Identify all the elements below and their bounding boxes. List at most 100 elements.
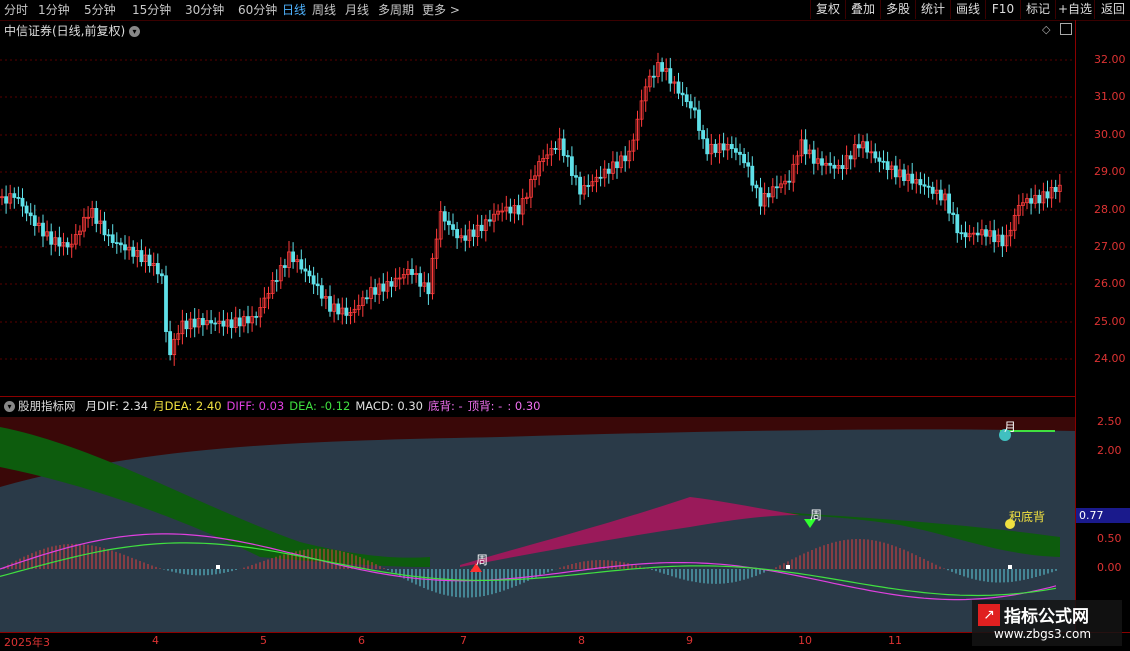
huaxian-button[interactable]: 画线 bbox=[950, 0, 985, 19]
candle-body bbox=[328, 296, 332, 312]
dibei-marker: 积底背 bbox=[1009, 509, 1045, 524]
candle-body bbox=[746, 162, 751, 167]
signal-dot bbox=[1008, 565, 1012, 569]
duogu-button[interactable]: 多股 bbox=[880, 0, 915, 19]
y-tick: 30.00 bbox=[1094, 128, 1126, 141]
candle-body bbox=[16, 197, 21, 199]
candle-body bbox=[811, 149, 816, 164]
candle-body bbox=[561, 138, 566, 156]
sub-y-tick: 2.00 bbox=[1097, 444, 1122, 457]
timeframe-60min[interactable]: 60分钟 bbox=[238, 2, 277, 18]
timeframe-15min[interactable]: 15分钟 bbox=[132, 2, 171, 18]
candle-body bbox=[418, 273, 423, 287]
candle-body bbox=[918, 179, 923, 186]
diamond-icon[interactable]: ◇ bbox=[1042, 23, 1050, 36]
candle-body bbox=[951, 212, 956, 216]
candle-body bbox=[451, 224, 455, 230]
candle-body bbox=[164, 275, 168, 332]
candle-body bbox=[963, 232, 968, 238]
candle-body bbox=[209, 320, 214, 324]
candle-body bbox=[65, 242, 70, 248]
watermark: ↗ 指标公式网 www.zbgs3.com bbox=[972, 600, 1122, 646]
indicator-name[interactable]: 股朋指标网 bbox=[18, 399, 76, 413]
indicator-label: DEA: -0.12 bbox=[289, 399, 351, 413]
y-tick: 24.00 bbox=[1094, 352, 1126, 365]
candle-body bbox=[705, 138, 710, 155]
candle-body bbox=[1053, 187, 1058, 192]
candle-body bbox=[147, 254, 152, 267]
candle-body bbox=[820, 158, 824, 166]
sub-y-tick: 2.50 bbox=[1097, 415, 1122, 428]
price-chart[interactable] bbox=[0, 20, 1075, 396]
candle-body bbox=[32, 215, 37, 226]
candle-body bbox=[110, 234, 115, 243]
candle-body bbox=[106, 234, 111, 237]
timeframe-monthly[interactable]: 月线 bbox=[345, 2, 369, 18]
timeframe-weekly[interactable]: 周线 bbox=[312, 2, 336, 18]
candle-body bbox=[389, 281, 394, 287]
candle-body bbox=[364, 297, 369, 300]
stock-title[interactable]: 中信证券(日线,前复权) ▾ bbox=[4, 22, 141, 39]
candle-body bbox=[246, 316, 250, 324]
chevron-down-icon[interactable]: ▾ bbox=[4, 401, 15, 412]
candle-body bbox=[615, 161, 619, 169]
candle-body bbox=[1045, 191, 1050, 199]
candle-body bbox=[832, 164, 837, 169]
tongji-button[interactable]: 统计 bbox=[915, 0, 950, 19]
fuquan-button[interactable]: 复权 bbox=[810, 0, 845, 19]
timeframe-30min[interactable]: 30分钟 bbox=[185, 2, 224, 18]
window-toggle-icon[interactable] bbox=[1060, 23, 1072, 35]
add-watchlist-button[interactable]: +自选 bbox=[1055, 0, 1094, 19]
watermark-logo-icon: ↗ bbox=[978, 604, 1000, 626]
candle-body bbox=[344, 307, 349, 316]
candle-body bbox=[947, 193, 951, 214]
candle-body bbox=[684, 94, 689, 103]
candle-body bbox=[94, 208, 99, 224]
date-tick: 7 bbox=[460, 634, 467, 647]
timeframe-5min[interactable]: 5分钟 bbox=[84, 2, 116, 18]
chevron-down-icon[interactable]: ▾ bbox=[129, 26, 141, 37]
back-button[interactable]: 返回 bbox=[1094, 0, 1130, 19]
y-tick: 31.00 bbox=[1094, 90, 1126, 103]
price-axis: 32.00 31.00 30.00 29.00 28.00 27.00 26.0… bbox=[1075, 20, 1130, 632]
date-axis: 2025年3 4 5 6 7 8 9 10 11 bbox=[0, 632, 1130, 651]
timeframe-multi[interactable]: 多周期 bbox=[378, 2, 414, 18]
candle-body bbox=[660, 62, 664, 72]
timeframe-1min[interactable]: 1分钟 bbox=[38, 2, 70, 18]
date-tick: 10 bbox=[798, 634, 812, 647]
timeframe-fenshi[interactable]: 分时 bbox=[4, 2, 28, 18]
date-tick: 2025年3 bbox=[4, 636, 50, 649]
sub-y-tick: 0.50 bbox=[1097, 532, 1122, 545]
date-tick: 4 bbox=[152, 634, 159, 647]
candle-body bbox=[299, 259, 304, 270]
candle-body bbox=[155, 263, 160, 275]
candle-body bbox=[652, 75, 656, 78]
watermark-title: 指标公式网 bbox=[1004, 607, 1089, 627]
candle-body bbox=[758, 187, 763, 207]
indicator-panel[interactable]: 周周月积底背 bbox=[0, 396, 1075, 633]
candle-body bbox=[119, 242, 123, 246]
candle-body bbox=[487, 219, 492, 222]
toolbar: 分时 1分钟 5分钟 15分钟 30分钟 60分钟 日线 周线 月线 多周期 更… bbox=[0, 0, 1130, 21]
timeframe-more[interactable]: 更多 > bbox=[422, 2, 460, 18]
candle-body bbox=[803, 139, 808, 155]
timeframe-daily[interactable]: 日线 bbox=[282, 2, 306, 18]
candle-body bbox=[516, 205, 521, 215]
diejia-button[interactable]: 叠加 bbox=[845, 0, 880, 19]
candle-body bbox=[319, 285, 324, 299]
candle-body bbox=[570, 156, 574, 176]
macd-chart: 周周月积底背 bbox=[0, 417, 1075, 633]
candle-body bbox=[902, 169, 906, 182]
candle-body bbox=[24, 205, 29, 214]
candle-body bbox=[159, 273, 164, 277]
candle-body bbox=[426, 282, 431, 295]
candle-body bbox=[123, 244, 127, 251]
candle-body bbox=[184, 320, 189, 330]
f10-button[interactable]: F10 bbox=[985, 0, 1020, 19]
candle-body bbox=[131, 246, 136, 257]
candle-body bbox=[984, 229, 988, 237]
candle-body bbox=[701, 130, 705, 140]
candle-body bbox=[930, 186, 935, 194]
biaoji-button[interactable]: 标记 bbox=[1020, 0, 1055, 19]
candle-body bbox=[742, 154, 746, 164]
